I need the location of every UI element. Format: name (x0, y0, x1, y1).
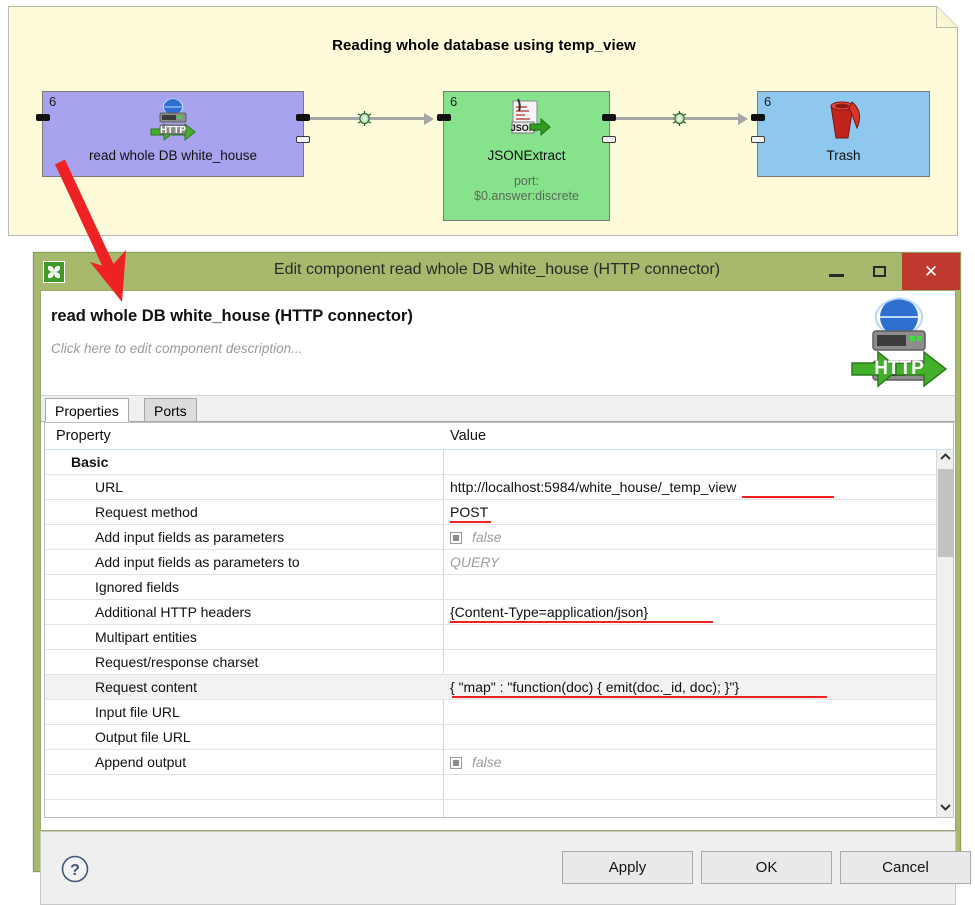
component-header: read whole DB white_house (HTTP connecto… (41, 291, 955, 396)
dialog-footer: ? Apply OK Cancel (40, 831, 956, 905)
node-sublabel-port: port: (444, 174, 609, 189)
node-input-port[interactable] (437, 114, 451, 121)
debug-bug-icon[interactable] (671, 110, 688, 127)
property-name: Append output (95, 754, 186, 770)
property-name: Output file URL (95, 729, 191, 745)
component-title: read whole DB white_house (HTTP connecto… (51, 307, 413, 326)
property-value: false (472, 529, 502, 545)
node-phase-number: 6 (49, 94, 56, 109)
highlight-underline (452, 696, 827, 698)
node-output-port-0[interactable] (602, 114, 616, 121)
edit-component-dialog: Edit component read whole DB white_house… (33, 252, 961, 872)
property-value: {Content-Type=application/json} (450, 604, 648, 620)
node-phase-number: 6 (764, 94, 771, 109)
json-extract-icon: JSON (503, 98, 551, 142)
svg-text:HTTP: HTTP (874, 358, 924, 379)
graph-node-read-whole-db[interactable]: 6 HTTP read whole DB white_house (42, 91, 304, 177)
property-name: Request content (95, 679, 197, 695)
table-row[interactable]: Add input fields as parameters false (45, 525, 953, 550)
http-connector-icon: HTTP (851, 295, 947, 391)
dialog-titlebar[interactable]: Edit component read whole DB white_house… (34, 253, 960, 290)
maximize-button[interactable] (860, 253, 900, 290)
property-name: Request method (95, 504, 198, 520)
svg-text:HTTP: HTTP (160, 125, 186, 136)
properties-table: Property Value Basic URL http://localhos… (44, 422, 954, 818)
graph-canvas-note: Reading whole database using temp_view (8, 6, 958, 236)
minimize-button[interactable] (817, 253, 857, 290)
graph-node-trash[interactable]: 6 Trash (757, 91, 930, 177)
table-row[interactable]: Input file URL (45, 700, 953, 725)
highlight-underline (742, 496, 834, 498)
node-output-port-1[interactable] (602, 136, 616, 143)
property-value: http://localhost:5984/white_house/_temp_… (450, 479, 736, 495)
node-label: read whole DB white_house (43, 148, 303, 163)
table-row[interactable]: Multipart entities (45, 625, 953, 650)
property-name: Ignored fields (95, 579, 179, 595)
table-row[interactable]: Ignored fields (45, 575, 953, 600)
table-row[interactable]: Additional HTTP headers {Content-Type=ap… (45, 600, 953, 625)
close-icon: ✕ (902, 253, 960, 290)
node-output-port-1[interactable] (296, 136, 310, 143)
property-name: Multipart entities (95, 629, 197, 645)
trash-icon (822, 96, 866, 142)
table-row[interactable]: Add input fields as parameters to QUERY (45, 550, 953, 575)
node-sublabel-port-value: $0.answer:discrete (444, 189, 609, 204)
table-row[interactable]: Output file URL (45, 725, 953, 750)
table-row[interactable]: Append output false (45, 750, 953, 775)
table-row[interactable]: Request method POST (45, 500, 953, 525)
scroll-up-icon[interactable] (937, 450, 954, 467)
edge-arrowhead-2 (738, 113, 748, 125)
node-label: JSONExtract (444, 148, 609, 163)
scrollbar-thumb[interactable] (938, 469, 953, 557)
table-row[interactable]: URL http://localhost:5984/white_house/_t… (45, 475, 953, 500)
help-question-icon[interactable]: ? (60, 854, 90, 884)
property-name: Add input fields as parameters to (95, 554, 300, 570)
ok-button[interactable]: OK (701, 851, 832, 884)
checkbox[interactable] (450, 757, 462, 769)
tab-ports[interactable]: Ports (144, 398, 197, 422)
tab-properties[interactable]: Properties (45, 398, 129, 422)
node-output-port-0[interactable] (296, 114, 310, 121)
note-fold-corner (936, 6, 958, 28)
property-name: Request/response charset (95, 654, 258, 670)
cancel-button[interactable]: Cancel (840, 851, 971, 884)
edge-arrowhead-1 (424, 113, 434, 125)
node-phase-number: 6 (450, 94, 457, 109)
debug-bug-icon[interactable] (356, 110, 373, 127)
graph-title: Reading whole database using temp_view (9, 37, 959, 54)
table-row-selected[interactable]: Request content { "map" : "function(doc)… (45, 675, 953, 700)
property-name: Additional HTTP headers (95, 604, 251, 620)
highlight-underline (450, 621, 713, 623)
node-input-port[interactable] (751, 114, 765, 121)
table-row[interactable]: Request/response charset (45, 650, 953, 675)
property-name: URL (95, 479, 123, 495)
component-description-input[interactable]: Click here to edit component description… (51, 341, 302, 356)
node-input-port[interactable] (36, 114, 50, 121)
graph-node-jsonextract[interactable]: 6 JSON JSONExtract port: $0.answer:discr… (443, 91, 610, 221)
property-value: { "map" : "function(doc) { emit(doc._id,… (450, 679, 739, 695)
property-name: Basic (71, 454, 108, 470)
property-name: Input file URL (95, 704, 180, 720)
column-header-property: Property (56, 428, 111, 444)
svg-text:?: ? (70, 862, 80, 879)
http-connector-icon: HTTP (149, 98, 197, 142)
property-name: Add input fields as parameters (95, 529, 284, 545)
node-input-port-1[interactable] (751, 136, 765, 143)
table-row[interactable]: Basic (45, 450, 953, 475)
dialog-body: read whole DB white_house (HTTP connecto… (40, 290, 956, 831)
checkbox[interactable] (450, 532, 462, 544)
property-value: POST (450, 504, 488, 520)
highlight-underline (450, 521, 491, 523)
apply-button[interactable]: Apply (562, 851, 693, 884)
vertical-scrollbar[interactable] (936, 450, 953, 817)
table-header-row: Property Value (45, 423, 953, 450)
table-row[interactable] (45, 775, 953, 800)
dialog-tabs: Properties Ports (41, 396, 955, 422)
property-value: QUERY (450, 554, 499, 570)
scroll-down-icon[interactable] (937, 800, 954, 817)
node-label: Trash (758, 148, 929, 163)
column-header-value: Value (450, 428, 486, 444)
close-button[interactable]: ✕ (902, 253, 960, 290)
property-value: false (472, 754, 502, 770)
